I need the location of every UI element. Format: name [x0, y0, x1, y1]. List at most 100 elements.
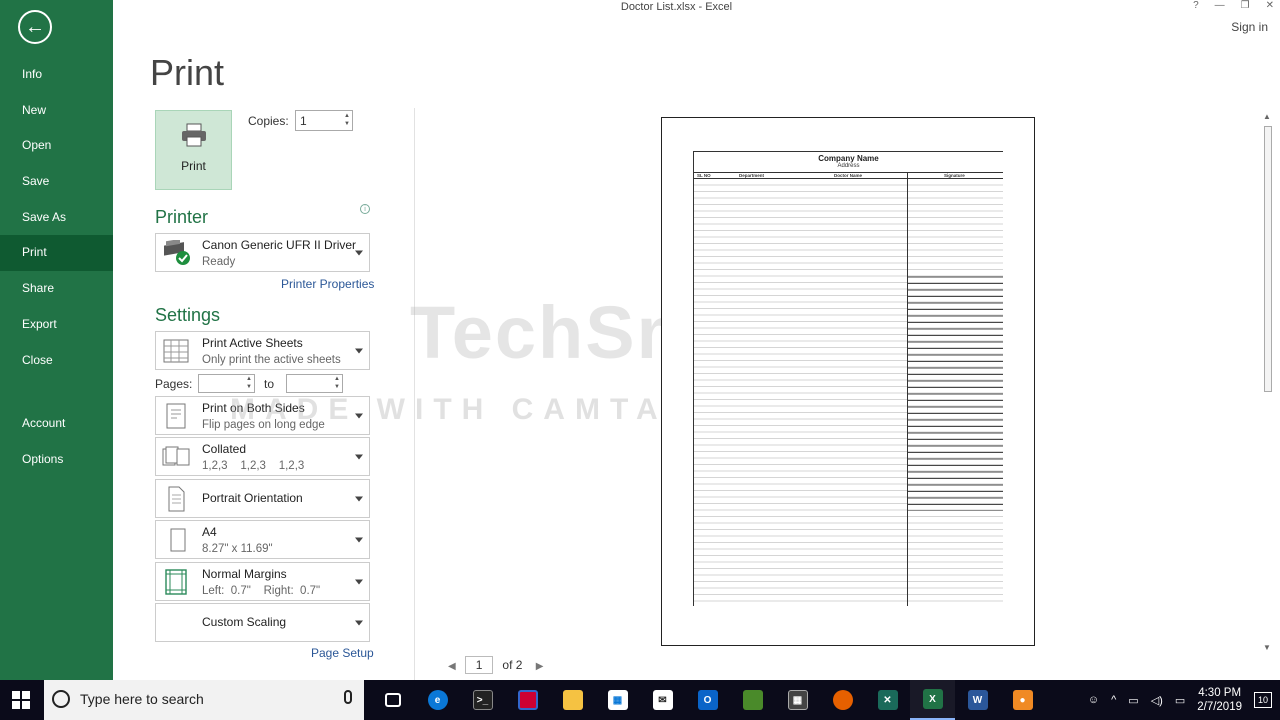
- copies-label: Copies:: [248, 114, 289, 128]
- doc-col-doctor: Doctor Name: [834, 173, 863, 178]
- copies-input[interactable]: 1 ▲ ▼: [295, 110, 353, 131]
- doc-address: Address: [837, 163, 860, 169]
- nav-separator: [0, 378, 113, 406]
- printer-dropdown[interactable]: Canon Generic UFR II Driver Ready: [155, 233, 370, 272]
- help-icon[interactable]: ?: [1193, 0, 1199, 11]
- printer-name: Canon Generic UFR II Driver: [202, 238, 357, 252]
- chevron-down-icon: [355, 250, 363, 255]
- settings-heading: Settings: [155, 305, 221, 325]
- chevron-down-icon: [355, 537, 363, 542]
- paper-size-dropdown[interactable]: A4 8.27" x 11.69": [155, 520, 370, 559]
- printer-ready-icon: [162, 238, 190, 266]
- paper-sub: 8.27" x 11.69": [202, 543, 273, 555]
- scroll-thumb[interactable]: [1264, 126, 1272, 392]
- back-arrow-icon[interactable]: ←: [18, 10, 52, 44]
- margins-sub: Left: 0.7" Right: 0.7": [202, 585, 321, 597]
- outlook-icon[interactable]: O: [685, 680, 730, 720]
- people-icon[interactable]: ☺: [1088, 694, 1099, 706]
- print-what-dropdown[interactable]: Print Active Sheets Only print the activ…: [155, 331, 370, 370]
- title-bar: Doctor List.xlsx - Excel ? — ❐ ✕: [113, 0, 1280, 16]
- orientation-title: Portrait Orientation: [202, 491, 303, 505]
- minimize-icon[interactable]: —: [1215, 0, 1225, 11]
- word-icon[interactable]: W: [955, 680, 1000, 720]
- page-setup-link[interactable]: Page Setup: [311, 646, 374, 660]
- nav-share[interactable]: Share: [0, 271, 113, 307]
- pages-to-input[interactable]: ▲ ▼: [286, 374, 343, 393]
- app-green-icon[interactable]: [730, 680, 775, 720]
- excel-window: ← Info New Open Save Save As Print Share…: [0, 0, 1280, 680]
- doc-col-sl: SL NO: [697, 173, 711, 178]
- clock[interactable]: 4:30 PM 2/7/2019: [1197, 686, 1242, 714]
- doc-col-sign: Signature: [944, 173, 965, 178]
- camtasia-icon[interactable]: ●: [1000, 680, 1045, 720]
- nav-new[interactable]: New: [0, 93, 113, 129]
- network-icon[interactable]: ▭: [1128, 694, 1138, 707]
- app-dark-icon[interactable]: ✕: [865, 680, 910, 720]
- print-button[interactable]: Print: [155, 110, 232, 190]
- printer-icon: [156, 123, 231, 153]
- print-button-label: Print: [181, 159, 206, 173]
- copies-spinner[interactable]: ▲ ▼: [344, 112, 350, 128]
- clock-time: 4:30 PM: [1198, 687, 1242, 699]
- chevron-down-icon: [355, 496, 363, 501]
- chevron-down-icon: [355, 620, 363, 625]
- margins-title: Normal Margins: [202, 567, 287, 581]
- paper-title: A4: [202, 525, 217, 539]
- nav-account[interactable]: Account: [0, 406, 113, 442]
- page-navigator: ◀ 1 of 2 ▶: [448, 656, 543, 674]
- info-icon[interactable]: i: [360, 204, 370, 214]
- sign-in-link[interactable]: Sign in: [1231, 20, 1268, 34]
- collation-dropdown[interactable]: Collated 1,2,3 1,2,3 1,2,3: [155, 437, 370, 476]
- scroll-up-icon[interactable]: ▲: [1263, 112, 1271, 121]
- preview-scrollbar[interactable]: ▲ ▼: [1262, 112, 1274, 652]
- excel-taskbar-icon[interactable]: X: [910, 680, 955, 720]
- cortana-icon: [52, 690, 70, 708]
- calculator-icon[interactable]: ▦: [775, 680, 820, 720]
- chevron-down-icon: [355, 454, 363, 459]
- taskbar-search[interactable]: Type here to search: [44, 680, 364, 720]
- edge-icon[interactable]: e: [415, 680, 460, 720]
- margins-dropdown[interactable]: Normal Margins Left: 0.7" Right: 0.7": [155, 562, 370, 601]
- close-icon[interactable]: ✕: [1266, 0, 1274, 11]
- taskbar-apps: e >_ ▦ ✉ O ▦ ✕ X W ●: [370, 680, 1045, 720]
- scaling-title: Custom Scaling: [202, 615, 287, 629]
- app-icon[interactable]: [505, 680, 550, 720]
- firefox-icon[interactable]: [820, 680, 865, 720]
- notification-icon[interactable]: 10: [1254, 692, 1272, 708]
- backstage-sidebar: ← Info New Open Save Save As Print Share…: [0, 0, 113, 680]
- scroll-down-icon[interactable]: ▼: [1263, 643, 1271, 652]
- collate-icon: [162, 444, 190, 470]
- nav-save-as[interactable]: Save As: [0, 200, 113, 236]
- printer-properties-link[interactable]: Printer Properties: [281, 277, 374, 291]
- next-page-icon[interactable]: ▶: [536, 661, 544, 672]
- nav-info[interactable]: Info: [0, 57, 113, 93]
- nav-save[interactable]: Save: [0, 164, 113, 200]
- microphone-icon[interactable]: [344, 690, 352, 704]
- input-icon[interactable]: ▭: [1175, 694, 1185, 707]
- windows-start-icon[interactable]: [12, 691, 30, 709]
- backstage-nav: Info New Open Save Save As Print Share E…: [0, 57, 113, 478]
- nav-close[interactable]: Close: [0, 343, 113, 379]
- paper-icon: [162, 527, 190, 553]
- scaling-dropdown[interactable]: Custom Scaling: [155, 603, 370, 642]
- task-view-icon[interactable]: [370, 680, 415, 720]
- restore-icon[interactable]: ❐: [1241, 0, 1250, 11]
- chevron-up-icon[interactable]: ^: [1111, 694, 1116, 706]
- mail-icon[interactable]: ✉: [640, 680, 685, 720]
- nav-export[interactable]: Export: [0, 307, 113, 343]
- system-tray: ☺ ^ ▭ ◁) ▭ 4:30 PM 2/7/2019 10: [1088, 680, 1280, 720]
- page-title: Print: [150, 52, 225, 93]
- store-icon[interactable]: ▦: [595, 680, 640, 720]
- nav-print[interactable]: Print: [0, 235, 113, 272]
- prev-page-icon[interactable]: ◀: [448, 661, 456, 672]
- file-explorer-icon[interactable]: [550, 680, 595, 720]
- nav-open[interactable]: Open: [0, 128, 113, 164]
- preview-document: Company Name Address SL NO Department Do…: [693, 151, 1003, 606]
- printer-status: Ready: [202, 256, 236, 268]
- orientation-dropdown[interactable]: Portrait Orientation: [155, 479, 370, 518]
- current-page-input[interactable]: 1: [465, 656, 494, 674]
- pages-from-input[interactable]: ▲ ▼: [198, 374, 255, 393]
- volume-icon[interactable]: ◁): [1151, 694, 1163, 707]
- nav-options[interactable]: Options: [0, 442, 113, 478]
- terminal-icon[interactable]: >_: [460, 680, 505, 720]
